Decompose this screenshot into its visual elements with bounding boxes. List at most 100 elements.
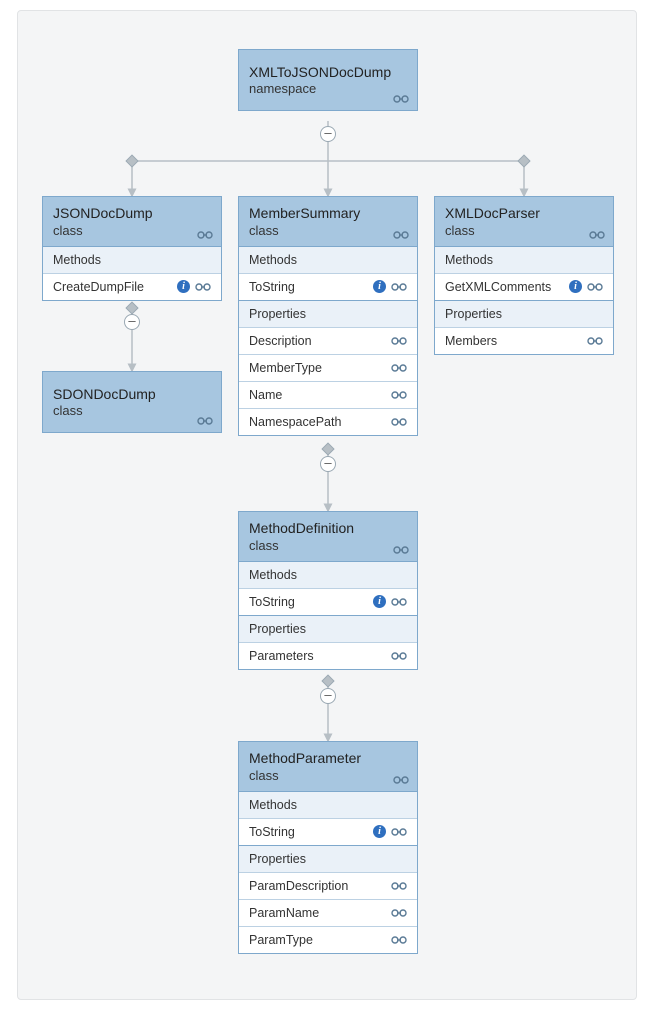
row-label: Parameters — [249, 649, 385, 663]
section-methods: Methods — [239, 246, 417, 273]
row-icons: i — [569, 280, 603, 293]
node-sdon-doc-dump[interactable]: SDONDocDump class — [42, 371, 222, 433]
row-tostring[interactable]: ToString i — [239, 588, 417, 615]
link-icon[interactable] — [197, 416, 213, 426]
node-subtitle: class — [53, 403, 211, 418]
node-header: MethodParameter class — [239, 742, 417, 791]
section-methods: Methods — [239, 791, 417, 818]
link-icon[interactable] — [391, 597, 407, 607]
row-parameters[interactable]: Parameters — [239, 642, 417, 669]
node-subtitle: class — [53, 223, 211, 238]
node-header: XMLDocParser class — [435, 197, 613, 246]
node-title: XMLDocParser — [445, 205, 603, 223]
link-icon[interactable] — [391, 390, 407, 400]
row-label: Description — [249, 334, 385, 348]
row-label: CreateDumpFile — [53, 280, 171, 294]
link-icon[interactable] — [391, 651, 407, 661]
section-properties: Properties — [435, 300, 613, 327]
row-param-description[interactable]: ParamDescription — [239, 872, 417, 899]
node-title: JSONDocDump — [53, 205, 211, 223]
node-title: MemberSummary — [249, 205, 407, 223]
node-xml-doc-parser[interactable]: XMLDocParser class Methods GetXMLComment… — [434, 196, 614, 355]
row-label: ParamType — [249, 933, 385, 947]
link-icon[interactable] — [587, 282, 603, 292]
row-label: ToString — [249, 825, 367, 839]
node-json-doc-dump[interactable]: JSONDocDump class Methods CreateDumpFile… — [42, 196, 222, 301]
node-method-definition[interactable]: MethodDefinition class Methods ToString … — [238, 511, 418, 670]
row-label: ToString — [249, 595, 367, 609]
node-subtitle: class — [249, 223, 407, 238]
section-methods: Methods — [239, 561, 417, 588]
node-header: MethodDefinition class — [239, 512, 417, 561]
node-subtitle: namespace — [249, 81, 407, 96]
row-label: ToString — [249, 280, 367, 294]
link-icon[interactable] — [393, 94, 409, 104]
link-icon[interactable] — [391, 417, 407, 427]
info-icon[interactable]: i — [373, 280, 386, 293]
node-xml-to-json-doc-dump[interactable]: XMLToJSONDocDump namespace — [238, 49, 418, 111]
section-methods: Methods — [435, 246, 613, 273]
link-icon[interactable] — [589, 230, 605, 240]
row-icons: i — [373, 280, 407, 293]
link-icon[interactable] — [391, 363, 407, 373]
node-title: SDONDocDump — [53, 386, 211, 404]
node-title: MethodParameter — [249, 750, 407, 768]
row-label: Members — [445, 334, 581, 348]
collapse-toggle[interactable] — [320, 688, 336, 704]
node-header: XMLToJSONDocDump namespace — [239, 50, 417, 110]
row-get-xml-comments[interactable]: GetXMLComments i — [435, 273, 613, 300]
node-subtitle: class — [249, 768, 407, 783]
row-description[interactable]: Description — [239, 327, 417, 354]
link-icon[interactable] — [391, 282, 407, 292]
row-member-type[interactable]: MemberType — [239, 354, 417, 381]
row-create-dump-file[interactable]: CreateDumpFile i — [43, 273, 221, 300]
node-title: MethodDefinition — [249, 520, 407, 538]
row-label: MemberType — [249, 361, 385, 375]
diagram-canvas: XMLToJSONDocDump namespace JSONDocDump c… — [0, 0, 654, 1017]
row-label: Name — [249, 388, 385, 402]
info-icon[interactable]: i — [177, 280, 190, 293]
collapse-toggle[interactable] — [320, 126, 336, 142]
diagram-panel: XMLToJSONDocDump namespace JSONDocDump c… — [17, 10, 637, 1000]
info-icon[interactable]: i — [373, 825, 386, 838]
link-icon[interactable] — [391, 336, 407, 346]
row-label: ParamDescription — [249, 879, 385, 893]
link-icon[interactable] — [391, 908, 407, 918]
node-method-parameter[interactable]: MethodParameter class Methods ToString i… — [238, 741, 418, 954]
row-tostring[interactable]: ToString i — [239, 818, 417, 845]
node-subtitle: class — [445, 223, 603, 238]
link-icon[interactable] — [391, 881, 407, 891]
info-icon[interactable]: i — [569, 280, 582, 293]
node-header: MemberSummary class — [239, 197, 417, 246]
row-icons: i — [177, 280, 211, 293]
link-icon[interactable] — [197, 230, 213, 240]
row-label: ParamName — [249, 906, 385, 920]
row-param-type[interactable]: ParamType — [239, 926, 417, 953]
node-member-summary[interactable]: MemberSummary class Methods ToString i P… — [238, 196, 418, 436]
collapse-toggle[interactable] — [320, 456, 336, 472]
section-properties: Properties — [239, 845, 417, 872]
link-icon[interactable] — [391, 935, 407, 945]
row-namespace-path[interactable]: NamespacePath — [239, 408, 417, 435]
row-label: NamespacePath — [249, 415, 385, 429]
section-properties: Properties — [239, 615, 417, 642]
link-icon[interactable] — [587, 336, 603, 346]
link-icon[interactable] — [393, 545, 409, 555]
row-name[interactable]: Name — [239, 381, 417, 408]
link-icon[interactable] — [393, 230, 409, 240]
info-icon[interactable]: i — [373, 595, 386, 608]
node-title: XMLToJSONDocDump — [249, 64, 407, 82]
node-header: JSONDocDump class — [43, 197, 221, 246]
collapse-toggle[interactable] — [124, 314, 140, 330]
row-members[interactable]: Members — [435, 327, 613, 354]
section-methods: Methods — [43, 246, 221, 273]
link-icon[interactable] — [393, 775, 409, 785]
link-icon[interactable] — [195, 282, 211, 292]
node-header: SDONDocDump class — [43, 372, 221, 432]
section-properties: Properties — [239, 300, 417, 327]
link-icon[interactable] — [391, 827, 407, 837]
row-tostring[interactable]: ToString i — [239, 273, 417, 300]
node-subtitle: class — [249, 538, 407, 553]
row-label: GetXMLComments — [445, 280, 563, 294]
row-param-name[interactable]: ParamName — [239, 899, 417, 926]
